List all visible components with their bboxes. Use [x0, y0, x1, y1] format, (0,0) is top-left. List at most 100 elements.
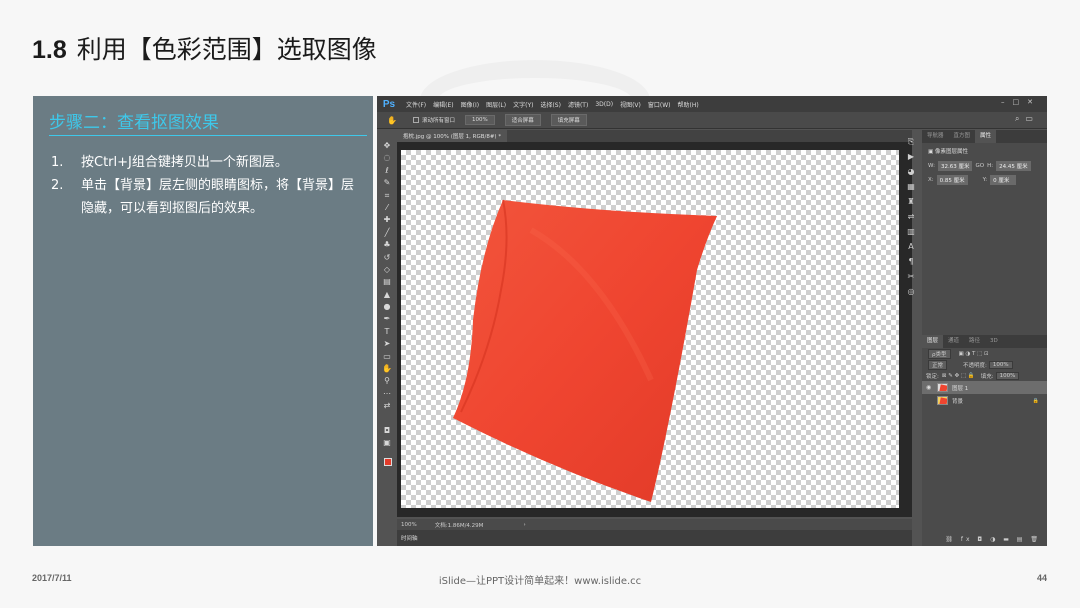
paths-icon[interactable]: ▥: [907, 224, 915, 239]
canvas-area: [397, 142, 912, 517]
menu-select[interactable]: 选择(S): [540, 100, 561, 109]
adjustments-icon[interactable]: ♜: [907, 194, 914, 209]
fit-screen-button[interactable]: 适合屏幕: [504, 114, 541, 126]
options-bar: ✋ 滚动所有窗口 100% 适合屏幕 填充屏幕 ⌕▭: [377, 112, 1047, 129]
stamp-tool-icon[interactable]: ♣: [380, 239, 394, 251]
zoom-100-button[interactable]: 100%: [464, 115, 495, 125]
swatches-icon[interactable]: ▦: [907, 179, 915, 194]
foreground-color-swatch[interactable]: [384, 458, 392, 466]
screen-mode-icon[interactable]: ▣: [380, 437, 394, 449]
x-field[interactable]: 0.85 厘米: [936, 175, 968, 185]
step-item: 1. 按Ctrl+J组合键拷贝出一个新图层。: [51, 151, 361, 174]
menu-filter[interactable]: 滤镜(T): [568, 100, 588, 109]
menu-edit[interactable]: 编辑(E): [433, 100, 453, 109]
tab-navigator[interactable]: 导航器: [922, 130, 949, 143]
layer-actions[interactable]: ⛓ fx ◘ ◑ ▬ ▤ 🗑: [922, 536, 1047, 543]
gradient-tool-icon[interactable]: ▤: [380, 276, 394, 288]
healing-tool-icon[interactable]: ✚: [380, 214, 394, 226]
lock-label: 锁定:: [926, 373, 939, 380]
document-tab[interactable]: 抱枕.jpg @ 100% (图层 1, RGB/8#) *: [397, 130, 508, 142]
tab-3d[interactable]: 3D: [985, 335, 1003, 348]
blur-tool-icon[interactable]: ▲: [380, 289, 394, 301]
width-label: W:: [928, 163, 935, 169]
zoom-tool-icon[interactable]: ⚲: [380, 375, 394, 387]
transparent-canvas[interactable]: [401, 150, 899, 508]
height-field[interactable]: 24.45 厘米: [996, 161, 1031, 171]
status-zoom[interactable]: 100%: [401, 522, 417, 528]
menu-file[interactable]: 文件(F): [406, 100, 426, 109]
size-row: W: 32.63 厘米 GO H: 24.45 厘米: [922, 159, 1047, 173]
more-tools-icon[interactable]: ⋯: [380, 388, 394, 400]
scroll-all-label: 滚动所有窗口: [421, 118, 455, 124]
character-icon[interactable]: A: [908, 239, 913, 254]
blend-mode-select[interactable]: 正常: [928, 359, 948, 370]
heading-underline: [49, 135, 367, 136]
tool-presets-icon[interactable]: ✂: [908, 269, 915, 284]
slide-number: 1.8: [32, 36, 67, 64]
marquee-tool-icon[interactable]: ◌: [380, 152, 394, 164]
position-row: X: 0.85 厘米 Y: 0 厘米: [922, 173, 1047, 187]
shape-tool-icon[interactable]: ▭: [380, 351, 394, 363]
step-number: 1.: [51, 155, 64, 170]
menu-layer[interactable]: 图层(L): [486, 100, 506, 109]
tab-paths[interactable]: 路径: [964, 335, 985, 348]
lock-icons[interactable]: ⊠ ✎ ✥ ⬚ 🔒: [942, 373, 975, 379]
pen-tool-icon[interactable]: ✒: [380, 313, 394, 325]
menu-3d[interactable]: 3D(D): [595, 101, 613, 108]
status-arrow-icon[interactable]: ›: [523, 522, 525, 528]
window-controls[interactable]: –□✕: [1001, 98, 1041, 106]
lock-row: 锁定: ⊠ ✎ ✥ ⬚ 🔒 填充: 100%: [922, 370, 1047, 381]
x-label: X:: [928, 177, 934, 183]
opacity-field[interactable]: 100%: [988, 360, 1013, 369]
layers-panel: 图层 通道 路径 3D ρ类型 ▣ ◑ T ⬚ ⊡ 正常 不透明度: 100% …: [922, 335, 1047, 546]
eye-icon[interactable]: ◉: [926, 384, 934, 391]
brush-tool-icon[interactable]: ╱: [380, 227, 394, 239]
timeline-panel-tab[interactable]: 时间轴: [397, 530, 912, 546]
tab-channels[interactable]: 通道: [943, 335, 964, 348]
paragraph-icon[interactable]: ¶: [908, 254, 913, 269]
type-tool-icon[interactable]: T: [380, 326, 394, 338]
quick-select-tool-icon[interactable]: ✎: [380, 177, 394, 189]
history-icon[interactable]: ⎘: [908, 134, 914, 149]
crop-tool-icon[interactable]: ⌗: [380, 190, 394, 202]
menu-view[interactable]: 视图(V): [620, 100, 641, 109]
dodge-tool-icon[interactable]: ●: [380, 301, 394, 313]
search-icon[interactable]: ⌕▭: [1015, 114, 1039, 124]
fill-screen-button[interactable]: 填充屏幕: [550, 114, 587, 126]
y-field[interactable]: 0 厘米: [990, 175, 1017, 185]
width-field[interactable]: 32.63 厘米: [937, 161, 973, 171]
tab-histogram[interactable]: 直方图: [949, 130, 976, 143]
scroll-all-checkbox[interactable]: [412, 117, 419, 123]
layer-kind-filter[interactable]: ρ类型: [928, 348, 951, 359]
move-tool-icon[interactable]: ✥: [380, 140, 394, 152]
swap-colors-icon[interactable]: ⇄: [380, 400, 394, 412]
hand-tool-icon[interactable]: ✋: [380, 363, 394, 375]
layer-row[interactable]: ◉ 图层 1: [922, 381, 1047, 394]
brushes-icon[interactable]: ◎: [908, 284, 915, 299]
eyedropper-tool-icon[interactable]: ⁄: [380, 202, 394, 214]
layer-row[interactable]: 背景 🔒: [922, 394, 1047, 407]
fill-field[interactable]: 100%: [995, 371, 1020, 380]
lasso-tool-icon[interactable]: ℓ: [380, 165, 394, 177]
filter-icons[interactable]: ▣ ◑ T ⬚ ⊡: [959, 351, 989, 357]
quick-mask-icon[interactable]: ◘: [380, 425, 394, 437]
menu-window[interactable]: 窗口(W): [648, 100, 671, 109]
link-dimensions-button[interactable]: GO: [975, 163, 984, 169]
layer-name: 背景: [952, 398, 964, 405]
eraser-tool-icon[interactable]: ◇: [380, 264, 394, 276]
path-select-icon[interactable]: ➤: [380, 338, 394, 350]
color-icon[interactable]: ◕: [908, 164, 915, 179]
play-icon[interactable]: ▶: [908, 149, 914, 164]
menu-help[interactable]: 帮助(H): [678, 100, 699, 109]
menu-type[interactable]: 文字(Y): [513, 100, 533, 109]
tab-properties[interactable]: 属性: [975, 130, 997, 143]
menu-image[interactable]: 图像(I): [461, 100, 479, 109]
tab-layers[interactable]: 图层: [922, 335, 944, 348]
hand-tool-icon[interactable]: ✋: [387, 116, 397, 125]
step-heading: 步骤二：查看抠图效果: [49, 113, 219, 133]
step-text: 按Ctrl+J组合键拷贝出一个新图层。: [81, 155, 288, 170]
styles-icon[interactable]: ⇌: [908, 209, 915, 224]
tools-panel: ✥ ◌ ℓ ✎ ⌗ ⁄ ✚ ╱ ♣ ↺ ◇ ▤ ▲ ● ✒ T ➤ ▭ ✋ ⚲ …: [380, 140, 396, 470]
history-brush-icon[interactable]: ↺: [380, 252, 394, 264]
